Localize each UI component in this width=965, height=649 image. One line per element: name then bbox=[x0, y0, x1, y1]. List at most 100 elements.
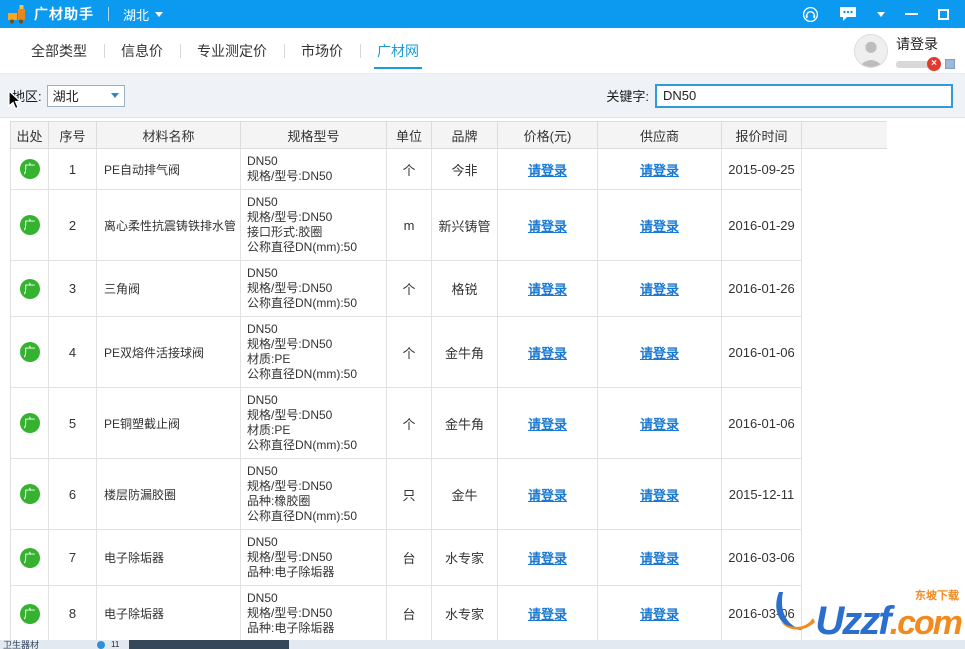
titlebar-region-dropdown[interactable]: 湖北 bbox=[123, 5, 164, 24]
taskbar-app-icon[interactable] bbox=[97, 640, 106, 649]
gc-source-icon[interactable]: 广 bbox=[19, 278, 40, 299]
gc-source-icon[interactable]: 广 bbox=[19, 603, 40, 624]
menu-chevron-icon[interactable] bbox=[877, 11, 885, 17]
results-table: 出处 序号 材料名称 规格型号 单位 品牌 价格(元) 供应商 报价时间 广 1 PE自动排气阀 DN… bbox=[10, 121, 887, 642]
spec-cell: DN50 规格/型号:DN50 bbox=[240, 148, 387, 190]
minimize-button[interactable] bbox=[905, 13, 918, 15]
seq-cell: 4 bbox=[48, 316, 97, 388]
unit-cell: m bbox=[386, 189, 432, 261]
table-row: 广 5 PE铜塑截止阀 DN50 规格/型号:DN50 材质:PE 公称直径DN(mm):5… bbox=[10, 387, 887, 459]
material-name-cell: PE双熔件活接球阀 bbox=[96, 316, 241, 388]
maximize-button[interactable] bbox=[938, 8, 949, 20]
brand-cell: 金牛角 bbox=[431, 316, 498, 388]
tab-全部类型[interactable]: 全部类型 bbox=[14, 28, 104, 74]
titlebar-controls bbox=[802, 6, 965, 23]
login-button[interactable]: 请登录 bbox=[896, 34, 955, 54]
price-login-link[interactable]: 请登录 bbox=[528, 488, 567, 503]
spec-line: 接口形式:胶圈 bbox=[247, 225, 323, 239]
row-filler bbox=[801, 316, 887, 388]
tab-专业测定价[interactable]: 专业测定价 bbox=[180, 28, 284, 74]
gc-source-icon[interactable]: 广 bbox=[19, 484, 40, 504]
supplier-login-link[interactable]: 请登录 bbox=[640, 417, 679, 432]
spec-line: DN50 bbox=[247, 266, 278, 280]
supplier-login-link[interactable]: 请登录 bbox=[640, 346, 679, 361]
taskbar-badge: 11 bbox=[111, 640, 120, 649]
price-cell: 请登录 bbox=[497, 387, 598, 459]
tab-信息价[interactable]: 信息价 bbox=[104, 28, 180, 74]
column-header: 价格(元) bbox=[497, 121, 598, 149]
spec-cell: DN50 规格/型号:DN50 接口形式:胶圈 公称直径DN(mm):50 bbox=[240, 189, 387, 261]
material-name-cell: PE铜塑截止阀 bbox=[96, 387, 241, 459]
customer-service-icon[interactable] bbox=[802, 6, 819, 23]
source-cell: 广 bbox=[10, 260, 49, 317]
tabbar: 全部类型 信息价 专业测定价 市场价 广材网 请登录 × bbox=[0, 28, 965, 74]
watermark-body: 东坡下载 Uzzf.com bbox=[815, 587, 963, 643]
price-login-link[interactable]: 请登录 bbox=[528, 551, 567, 566]
supplier-login-link[interactable]: 请登录 bbox=[640, 282, 679, 297]
brand-cell: 水专家 bbox=[431, 585, 498, 642]
row-filler bbox=[801, 458, 887, 530]
table-body: 广 1 PE自动排气阀 DN50 规格/型号:DN50 个今非 请登录 请登录 2015-09-… bbox=[10, 148, 887, 642]
date-cell: 2015-09-25 bbox=[721, 148, 802, 190]
supplier-login-link[interactable]: 请登录 bbox=[640, 607, 679, 622]
chevron-down-icon bbox=[155, 11, 164, 17]
price-cell: 请登录 bbox=[497, 148, 598, 190]
gc-source-icon[interactable]: 广 bbox=[19, 342, 40, 362]
price-login-link[interactable]: 请登录 bbox=[528, 417, 567, 432]
price-cell: 请登录 bbox=[497, 529, 598, 586]
spec-cell: DN50 规格/型号:DN50 品种:电子除垢器 bbox=[240, 529, 387, 586]
keyword-input[interactable] bbox=[655, 83, 953, 108]
brand-cell: 今非 bbox=[431, 148, 498, 190]
avatar[interactable] bbox=[854, 34, 888, 68]
supplier-login-link[interactable]: 请登录 bbox=[640, 488, 679, 503]
chat-icon[interactable] bbox=[839, 6, 857, 22]
spec-line: 品种:电子除垢器 bbox=[247, 565, 335, 579]
region-filter-label: 地区: bbox=[12, 89, 42, 104]
supplier-cell: 请登录 bbox=[597, 189, 722, 261]
watermark-text: Uzzf.com bbox=[815, 599, 963, 643]
supplier-cell: 请登录 bbox=[597, 260, 722, 317]
tab-广材网[interactable]: 广材网 bbox=[360, 28, 436, 74]
price-login-link[interactable]: 请登录 bbox=[528, 346, 567, 361]
status-box-icon[interactable] bbox=[945, 59, 955, 69]
price-cell: 请登录 bbox=[497, 458, 598, 530]
table-header-row: 出处 序号 材料名称 规格型号 单位 品牌 价格(元) 供应商 报价时间 bbox=[10, 121, 887, 149]
spec-cell: DN50 规格/型号:DN50 材质:PE 公称直径DN(mm):50 bbox=[240, 387, 387, 459]
supplier-login-link[interactable]: 请登录 bbox=[640, 551, 679, 566]
spec-line: 品种:电子除垢器 bbox=[247, 621, 335, 635]
source-cell: 广 bbox=[10, 529, 49, 586]
keyword-group: 关键字: bbox=[606, 83, 953, 108]
price-login-link[interactable]: 请登录 bbox=[528, 607, 567, 622]
supplier-login-link[interactable]: 请登录 bbox=[640, 163, 679, 178]
column-header: 供应商 bbox=[597, 121, 722, 149]
unit-cell: 台 bbox=[386, 585, 432, 642]
column-header: 序号 bbox=[48, 121, 97, 149]
spec-line: 规格/型号:DN50 bbox=[247, 606, 333, 620]
spec-line: DN50 bbox=[247, 535, 278, 549]
source-cell: 广 bbox=[10, 189, 49, 261]
column-header: 规格型号 bbox=[240, 121, 387, 149]
gc-source-icon[interactable]: 广 bbox=[19, 215, 40, 235]
offline-close-icon[interactable]: × bbox=[927, 57, 941, 71]
spec-line: 公称直径DN(mm):50 bbox=[247, 438, 357, 452]
unit-cell: 个 bbox=[386, 387, 432, 459]
spec-line: 公称直径DN(mm):50 bbox=[247, 296, 357, 310]
gc-source-icon[interactable]: 广 bbox=[19, 413, 40, 433]
app-logo-icon bbox=[6, 4, 28, 24]
unit-cell: 只 bbox=[386, 458, 432, 530]
region-select-value: 湖北 bbox=[52, 89, 79, 104]
spec-line: 公称直径DN(mm):50 bbox=[247, 240, 357, 254]
price-login-link[interactable]: 请登录 bbox=[528, 219, 567, 234]
gc-source-icon[interactable]: 广 bbox=[19, 547, 40, 568]
login-box: 请登录 × bbox=[896, 34, 955, 71]
login-status-widget: × bbox=[896, 57, 955, 71]
column-header: 报价时间 bbox=[721, 121, 802, 149]
region-select[interactable]: 湖北 bbox=[46, 84, 125, 107]
spec-line: 规格/型号:DN50 bbox=[247, 337, 333, 351]
price-login-link[interactable]: 请登录 bbox=[528, 163, 567, 178]
gc-source-icon[interactable]: 广 bbox=[19, 159, 40, 179]
supplier-login-link[interactable]: 请登录 bbox=[640, 219, 679, 234]
price-login-link[interactable]: 请登录 bbox=[528, 282, 567, 297]
supplier-cell: 请登录 bbox=[597, 529, 722, 586]
tab-市场价[interactable]: 市场价 bbox=[284, 28, 360, 74]
